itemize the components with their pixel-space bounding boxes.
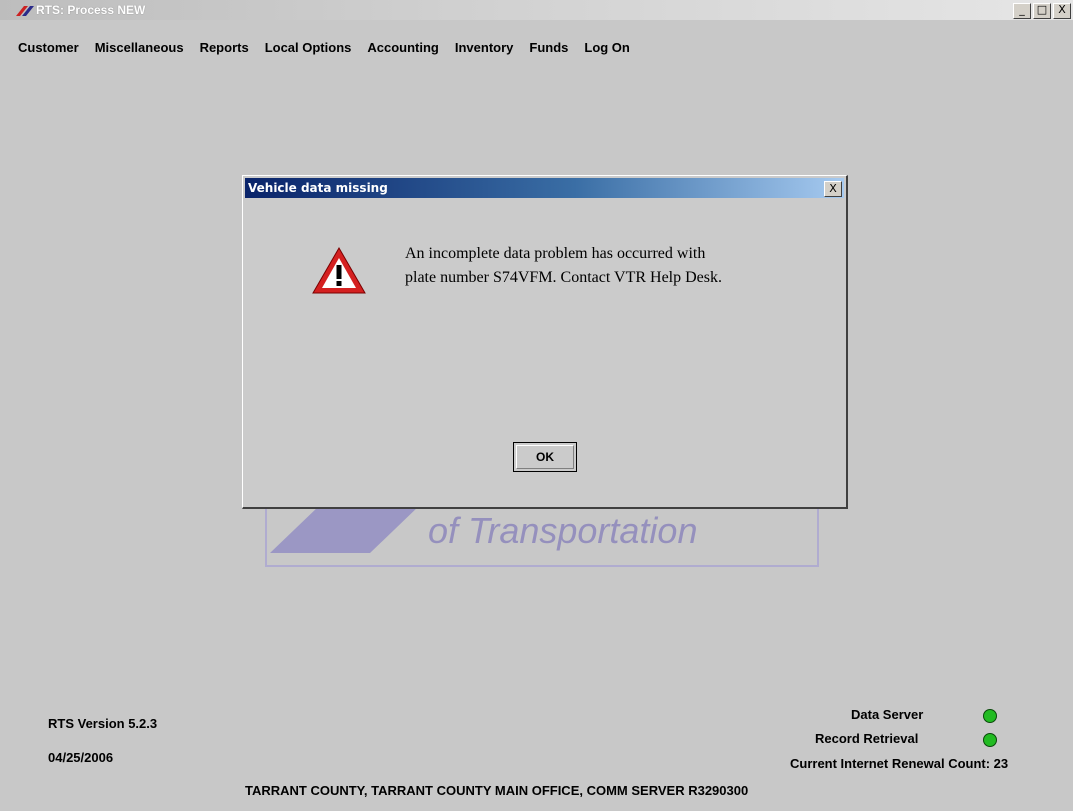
dialog-message-line-1: An incomplete data problem has occurred … [405, 245, 706, 262]
background-logo-graphic [270, 505, 420, 553]
app-logo-icon [16, 6, 34, 16]
menu-reports[interactable]: Reports [200, 40, 249, 60]
menu-log-on[interactable]: Log On [584, 40, 630, 60]
title-bar: RTS: Process NEW _ □ X [0, 0, 1073, 20]
dialog-message: An incomplete data problem has occurred … [405, 242, 722, 290]
menu-accounting[interactable]: Accounting [367, 40, 439, 60]
ok-button[interactable]: OK [513, 442, 577, 472]
record-retrieval-status-icon [983, 733, 997, 747]
window-title: RTS: Process NEW [36, 3, 146, 17]
menu-local-options[interactable]: Local Options [265, 40, 352, 60]
menu-funds[interactable]: Funds [529, 40, 568, 60]
version-label: RTS Version 5.2.3 [48, 716, 158, 731]
office-footer: TARRANT COUNTY, TARRANT COUNTY MAIN OFFI… [245, 783, 749, 798]
vehicle-data-missing-dialog: Vehicle data missing X An incomplete dat… [242, 175, 848, 509]
warning-icon [312, 247, 366, 294]
dialog-close-button[interactable]: X [824, 181, 842, 197]
internet-renewal-count: Current Internet Renewal Count: 23 [790, 756, 1009, 771]
data-server-label: Data Server [851, 707, 924, 722]
close-button[interactable]: X [1053, 3, 1071, 19]
record-retrieval-label: Record Retrieval [815, 731, 919, 746]
dialog-title: Vehicle data missing [248, 181, 388, 195]
window-controls: _ □ X [1013, 3, 1071, 19]
minimize-button[interactable]: _ [1013, 3, 1031, 19]
maximize-button[interactable]: □ [1033, 3, 1051, 19]
menu-customer[interactable]: Customer [18, 40, 79, 60]
menu-miscellaneous[interactable]: Miscellaneous [95, 40, 184, 60]
date-label: 04/25/2006 [48, 750, 114, 765]
data-server-status-icon [983, 709, 997, 723]
menu-bar: Customer Miscellaneous Reports Local Opt… [18, 40, 646, 60]
background-logo-text: of Transportation [428, 510, 698, 551]
menu-inventory[interactable]: Inventory [455, 40, 514, 60]
dialog-title-bar[interactable]: Vehicle data missing X [245, 178, 844, 198]
dialog-message-line-2: plate number S74VFM. Contact VTR Help De… [405, 269, 723, 286]
ok-button-label: OK [516, 445, 574, 469]
